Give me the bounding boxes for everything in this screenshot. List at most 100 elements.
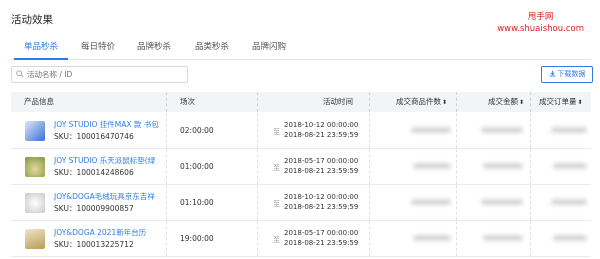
row-divider bbox=[530, 149, 531, 184]
table-row: JOY STUDIO 挂件MAX 款 书包 SKU：100016470746 0… bbox=[11, 113, 591, 149]
row-divider bbox=[456, 149, 457, 184]
product-sku: SKU：100013225712 bbox=[54, 240, 134, 249]
row-divider bbox=[166, 185, 167, 220]
range-end: 2018-08-21 23:59:59 bbox=[284, 203, 359, 211]
row-divider bbox=[456, 185, 457, 220]
tab-brand-flash-sale[interactable]: 品牌闪购 bbox=[252, 40, 286, 59]
activity-range: 2018-10-12 00:00:00 2018-08-21 23:59:59 bbox=[284, 192, 358, 212]
watermark-line2: www.shuaishou.com bbox=[497, 24, 584, 34]
search-box[interactable] bbox=[11, 66, 188, 83]
range-start: 2018-10-12 00:00:00 bbox=[284, 193, 359, 201]
header-sep bbox=[369, 92, 370, 112]
blurred-amount-value bbox=[481, 127, 523, 133]
row-divider bbox=[369, 221, 370, 256]
row-divider bbox=[369, 149, 370, 184]
search-input[interactable] bbox=[27, 68, 177, 81]
row-divider bbox=[257, 149, 258, 184]
header-items[interactable]: 成交商品件数⬍ bbox=[396, 92, 447, 112]
header-sep bbox=[257, 92, 258, 112]
range-end: 2018-08-21 23:59:59 bbox=[284, 131, 359, 139]
header-sep bbox=[456, 92, 457, 112]
blurred-orders-value bbox=[553, 235, 587, 241]
header-product: 产品信息 bbox=[24, 97, 54, 106]
row-divider bbox=[369, 185, 370, 220]
tab-single-flash[interactable]: 单品秒杀 bbox=[13, 40, 69, 60]
blurred-orders-value bbox=[553, 163, 587, 169]
header-session: 场次 bbox=[180, 97, 195, 106]
header-amount[interactable]: 成交金额⬍ bbox=[488, 92, 524, 112]
table-row: JOY STUDIO 乐天派鼠标垫(绿 SKU：100014248606 01:… bbox=[11, 149, 591, 185]
row-divider bbox=[530, 113, 531, 148]
blurred-items-value bbox=[411, 199, 451, 205]
row-divider bbox=[257, 113, 258, 148]
product-thumbnail[interactable] bbox=[25, 121, 45, 141]
activity-range: 2018-05-17 00:00:00 2018-08-21 23:59:59 bbox=[284, 228, 358, 248]
product-name-link[interactable]: JOY STUDIO 挂件MAX 款 书包 bbox=[54, 119, 164, 130]
blurred-orders-value bbox=[551, 127, 587, 133]
activity-range: 2018-05-17 00:00:00 2018-08-21 23:59:59 bbox=[284, 156, 358, 176]
download-button[interactable]: 下载数据 bbox=[541, 66, 593, 83]
range-separator: 至 bbox=[273, 164, 280, 172]
session-time: 01:10:00 bbox=[180, 198, 214, 207]
product-thumbnail[interactable] bbox=[25, 193, 45, 213]
range-start: 2018-10-12 00:00:00 bbox=[284, 121, 359, 129]
range-start: 2018-05-17 00:00:00 bbox=[284, 229, 359, 237]
session-time: 01:00:00 bbox=[180, 162, 214, 171]
header-orders-label: 成交订单量 bbox=[539, 97, 577, 106]
blurred-orders-value bbox=[551, 199, 587, 205]
range-separator: 至 bbox=[273, 200, 280, 208]
search-icon bbox=[16, 70, 24, 78]
product-sku: SKU：100009900857 bbox=[54, 204, 134, 213]
product-name-link[interactable]: JOY STUDIO 乐天派鼠标垫(绿 bbox=[54, 155, 164, 166]
row-divider bbox=[166, 113, 167, 148]
tab-daily-special[interactable]: 每日特价 bbox=[81, 40, 115, 59]
watermark-line1: 甩手网 bbox=[527, 12, 554, 22]
header-sep bbox=[530, 92, 531, 112]
blurred-items-value bbox=[413, 235, 451, 241]
table-row: JOY&DOGA毛绒玩具京东吉祥 SKU：100009900857 01:10:… bbox=[11, 185, 591, 221]
table-row: JOY&DOGA 2021新年台历 SKU：100013225712 19:00… bbox=[11, 221, 591, 257]
blurred-amount-value bbox=[481, 199, 523, 205]
header-orders[interactable]: 成交订单量⬍ bbox=[539, 92, 583, 112]
product-sku: SKU：100014248606 bbox=[54, 168, 134, 177]
product-thumbnail[interactable] bbox=[25, 157, 45, 177]
product-name-link[interactable]: JOY&DOGA 2021新年台历 bbox=[54, 227, 164, 238]
session-time: 19:00:00 bbox=[180, 234, 214, 243]
table-header: 产品信息 场次 活动时间 成交商品件数⬍ 成交金额⬍ 成交订单量⬍ bbox=[11, 92, 591, 112]
range-separator: 至 bbox=[273, 128, 280, 136]
sort-icon: ⬍ bbox=[577, 99, 583, 106]
range-start: 2018-05-17 00:00:00 bbox=[284, 157, 359, 165]
product-thumbnail[interactable] bbox=[25, 229, 45, 249]
download-icon bbox=[549, 70, 555, 77]
sort-icon: ⬍ bbox=[519, 99, 525, 106]
row-divider bbox=[530, 221, 531, 256]
row-divider bbox=[369, 113, 370, 148]
header-sep bbox=[166, 92, 167, 112]
session-time: 02:00:00 bbox=[180, 126, 214, 135]
header-items-label: 成交商品件数 bbox=[396, 97, 441, 106]
header-amount-label: 成交金额 bbox=[488, 97, 518, 106]
sort-icon: ⬍ bbox=[442, 99, 448, 106]
download-label: 下载数据 bbox=[557, 70, 586, 78]
row-divider bbox=[456, 221, 457, 256]
product-name-link[interactable]: JOY&DOGA毛绒玩具京东吉祥 bbox=[54, 191, 164, 202]
row-divider bbox=[257, 185, 258, 220]
tab-category-flash[interactable]: 品类秒杀 bbox=[195, 40, 229, 59]
range-end: 2018-08-21 23:59:59 bbox=[284, 239, 359, 247]
product-sku: SKU：100016470746 bbox=[54, 132, 134, 141]
row-divider bbox=[530, 185, 531, 220]
blurred-amount-value bbox=[483, 163, 523, 169]
tab-bar: 单品秒杀 每日特价 品牌秒杀 品类秒杀 品牌闪购 bbox=[11, 40, 591, 60]
blurred-items-value bbox=[411, 127, 451, 133]
range-separator: 至 bbox=[273, 236, 280, 244]
row-divider bbox=[257, 221, 258, 256]
tab-brand-flash[interactable]: 品牌秒杀 bbox=[137, 40, 171, 59]
range-end: 2018-08-21 23:59:59 bbox=[284, 167, 359, 175]
row-divider bbox=[166, 149, 167, 184]
page-title: 活动效果 bbox=[11, 14, 53, 26]
blurred-items-value bbox=[413, 163, 451, 169]
row-divider bbox=[456, 113, 457, 148]
blurred-amount-value bbox=[483, 235, 523, 241]
activity-range: 2018-10-12 00:00:00 2018-08-21 23:59:59 bbox=[284, 120, 358, 140]
row-divider bbox=[166, 221, 167, 256]
